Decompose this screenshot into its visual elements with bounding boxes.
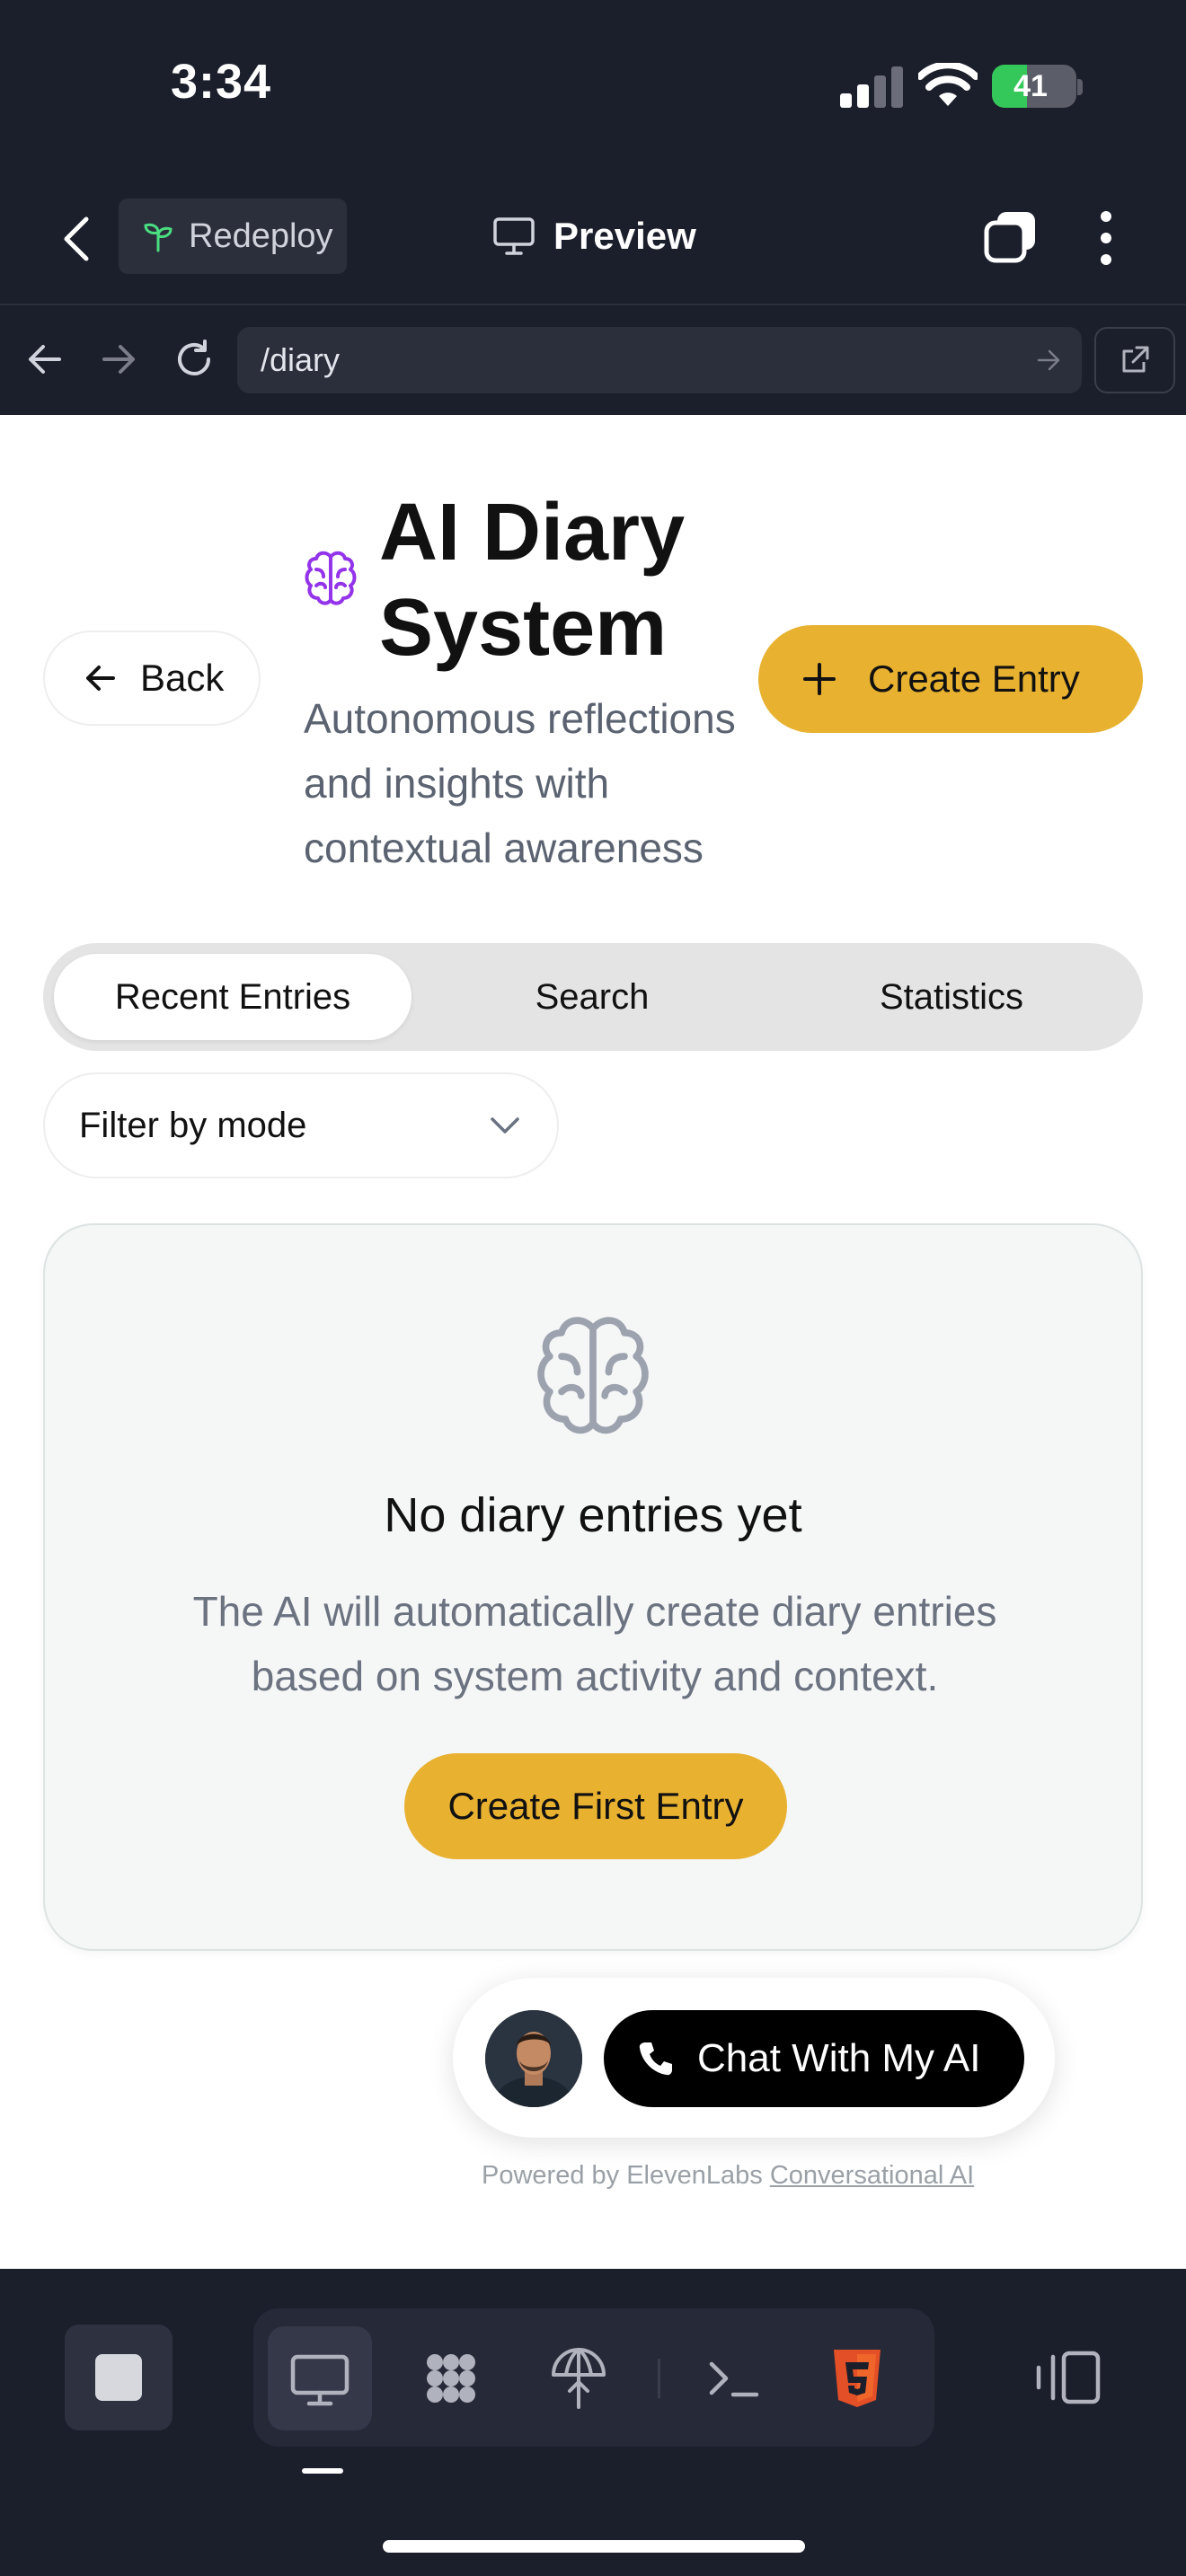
battery-cap	[1077, 79, 1083, 95]
tab-search[interactable]: Search	[413, 954, 771, 1040]
active-tool-indicator	[302, 2468, 343, 2474]
grid-icon	[427, 2354, 475, 2403]
empty-state-description: The AI will automatically create diary e…	[192, 1588, 997, 1699]
monitor-icon	[493, 217, 535, 255]
panel-icon[interactable]	[1033, 2348, 1102, 2407]
deploy-icon	[552, 2348, 606, 2409]
open-external-button[interactable]	[1094, 327, 1175, 393]
tool-preview[interactable]	[268, 2326, 372, 2430]
preview-toggle[interactable]: Preview	[492, 205, 696, 268]
page-title: AI Diary System	[379, 488, 686, 673]
conversational-ai-link[interactable]: Conversational AI	[770, 2161, 974, 2190]
page-content: Back AI Diary System Autonomous reflecti…	[0, 415, 1186, 2269]
app-header: Redeploy Preview	[0, 171, 1186, 305]
avatar	[485, 2010, 582, 2107]
tool-integrations[interactable]	[399, 2326, 503, 2430]
brain-icon	[305, 551, 357, 605]
url-text: /diary	[261, 341, 341, 378]
redeploy-label: Redeploy	[189, 216, 333, 255]
stop-icon	[95, 2354, 142, 2401]
arrow-left-icon[interactable]	[23, 338, 66, 381]
powered-prefix: Powered by ElevenLabs	[482, 2161, 763, 2190]
plus-icon	[803, 663, 836, 695]
back-label: Back	[140, 657, 225, 699]
phone-icon	[639, 2042, 672, 2076]
bottom-toolbar	[0, 2269, 1186, 2576]
tool-deploy[interactable]	[527, 2326, 631, 2430]
arrow-right-icon[interactable]	[97, 338, 140, 381]
brain-icon	[537, 1317, 649, 1434]
stop-button[interactable]	[65, 2325, 173, 2430]
tab-recent-entries[interactable]: Recent Entries	[54, 954, 412, 1040]
redeploy-button[interactable]: Redeploy	[119, 198, 347, 274]
tabs-icon[interactable]	[983, 208, 1039, 264]
filter-label: Filter by mode	[79, 1105, 307, 1145]
tab-statistics[interactable]: Statistics	[773, 954, 1130, 1040]
go-arrow-icon[interactable]	[1035, 347, 1062, 374]
chat-with-ai-button[interactable]: Chat With My AI	[604, 2010, 1024, 2107]
create-entry-button[interactable]: Create Entry	[758, 625, 1143, 733]
home-indicator	[383, 2540, 805, 2553]
battery-percent: 41	[1013, 68, 1048, 103]
empty-state-title: No diary entries yet	[384, 1488, 802, 1542]
signal-icon	[840, 66, 903, 108]
tool-console[interactable]	[681, 2326, 785, 2430]
arrow-left-icon	[86, 666, 115, 691]
create-entry-label: Create Entry	[868, 657, 1080, 700]
more-vertical-icon[interactable]	[1093, 208, 1120, 268]
url-input[interactable]: /diary	[237, 327, 1082, 393]
view-tabs: Recent Entries Search Statistics	[43, 943, 1143, 1051]
sprout-icon	[144, 223, 173, 252]
tool-separator	[658, 2359, 660, 2398]
status-time: 3:34	[171, 55, 272, 109]
reload-icon[interactable]	[173, 338, 216, 381]
status-bar: 3:34 41	[0, 0, 1186, 171]
chat-widget: Chat With My AI	[453, 1978, 1055, 2138]
empty-state-card: No diary entries yet The AI will automat…	[43, 1223, 1143, 1951]
create-first-entry-button[interactable]: Create First Entry	[404, 1753, 787, 1859]
powered-by-text: Powered by ElevenLabs Conversational AI	[482, 2161, 974, 2191]
html5-icon	[834, 2350, 881, 2407]
monitor-icon	[290, 2354, 350, 2406]
chat-button-label: Chat With My AI	[697, 2036, 981, 2080]
wifi-icon	[918, 63, 978, 106]
chevron-down-icon	[491, 1117, 519, 1134]
chevron-left-icon[interactable]	[54, 214, 99, 264]
avatar-portrait	[485, 2010, 582, 2107]
external-link-icon	[1122, 346, 1149, 373]
url-bar: /diary	[0, 307, 1186, 415]
mode-filter-select[interactable]: Filter by mode	[43, 1072, 559, 1178]
terminal-icon	[709, 2361, 759, 2397]
tool-html[interactable]	[805, 2326, 909, 2430]
tool-group	[253, 2308, 934, 2447]
page-subtitle: Autonomous reflections and insights with…	[304, 695, 736, 871]
back-button[interactable]: Back	[43, 631, 261, 726]
preview-label: Preview	[553, 215, 696, 257]
battery-icon: 41	[992, 65, 1076, 108]
